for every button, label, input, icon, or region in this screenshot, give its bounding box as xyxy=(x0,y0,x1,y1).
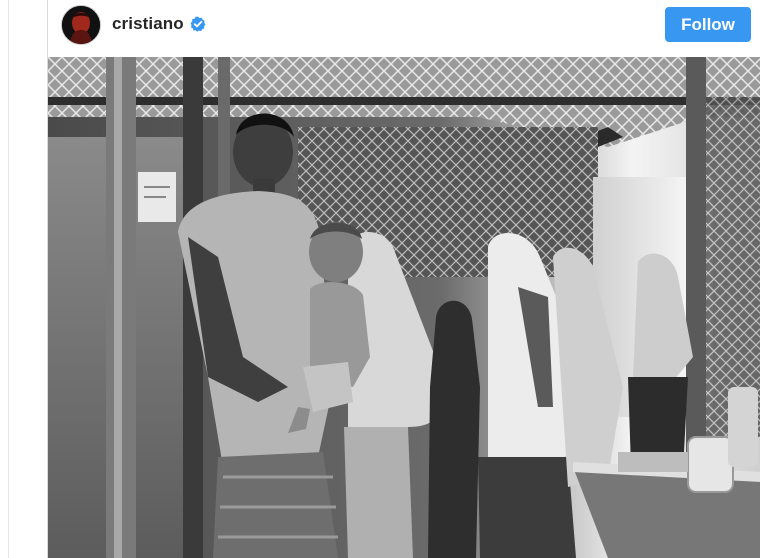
post-header: cristiano Follow xyxy=(48,0,760,57)
left-divider xyxy=(8,0,9,558)
username[interactable]: cristiano xyxy=(112,14,184,34)
verified-badge-icon xyxy=(190,16,206,32)
post-photo[interactable] xyxy=(48,57,760,558)
follow-button[interactable]: Follow xyxy=(665,7,751,42)
avatar-image xyxy=(62,6,100,44)
post-card: cristiano Follow xyxy=(47,0,760,558)
username-row: cristiano xyxy=(112,14,206,34)
instagram-page: cristiano Follow xyxy=(0,0,760,558)
post-photo-image xyxy=(48,57,760,558)
profile-avatar-icon[interactable] xyxy=(61,5,101,45)
